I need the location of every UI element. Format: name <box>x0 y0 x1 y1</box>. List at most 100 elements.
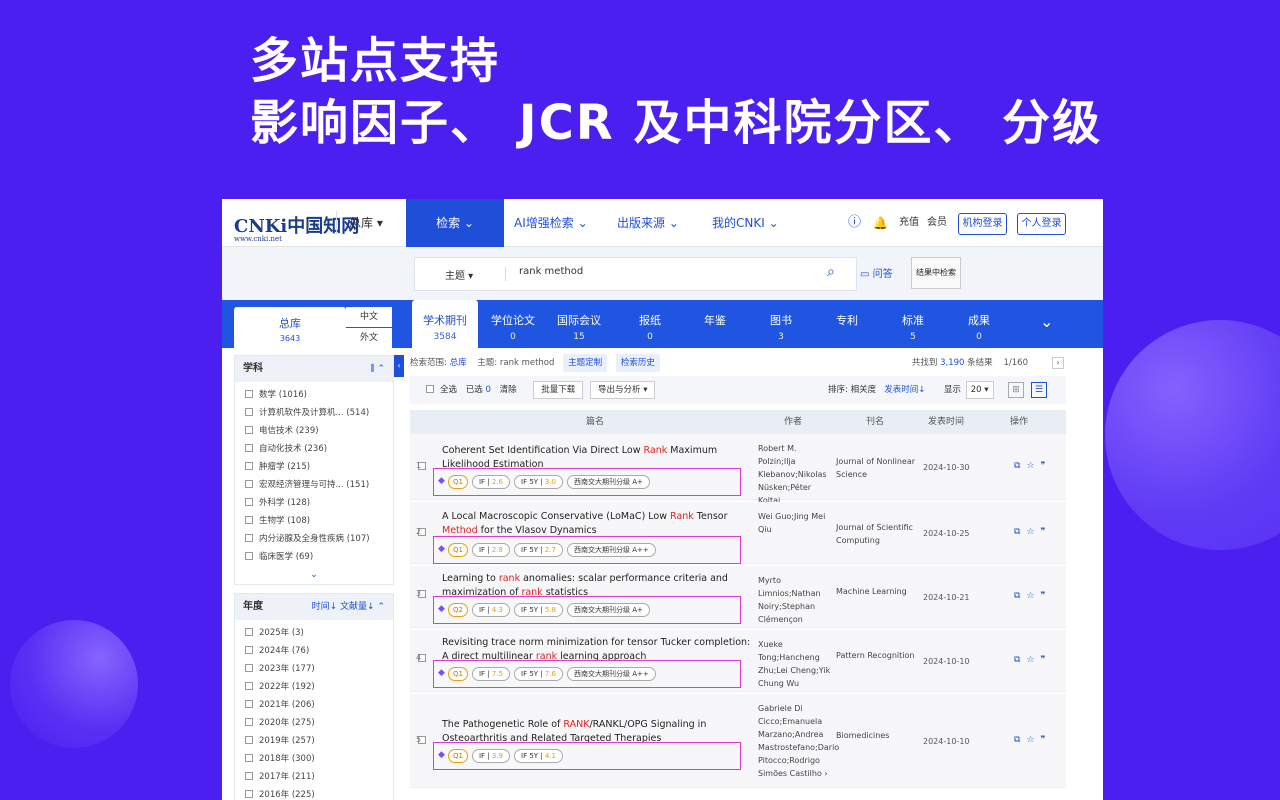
tab-foreign[interactable]: 外文 <box>346 328 392 348</box>
article-journal[interactable]: Journal of Nonlinear Science <box>836 455 916 481</box>
quote-icon[interactable]: ❞ <box>1041 655 1052 665</box>
next-page-button[interactable]: › <box>1052 357 1064 369</box>
list-view-icon[interactable]: ☰ <box>1031 382 1047 398</box>
star-icon[interactable]: ☆ <box>1026 655 1040 665</box>
checkbox[interactable] <box>245 664 253 672</box>
member-link[interactable]: 会员 <box>927 211 947 235</box>
star-icon[interactable]: ☆ <box>1026 735 1040 745</box>
subject-filter-item[interactable]: 肿瘤学 (215) <box>235 458 393 476</box>
star-icon[interactable]: ☆ <box>1026 527 1040 537</box>
grid-view-icon[interactable]: ⊞ <box>1008 382 1024 398</box>
checkbox[interactable] <box>245 552 253 560</box>
year-filter-item[interactable]: 2020年 (275) <box>235 714 393 732</box>
checkbox[interactable] <box>245 790 253 798</box>
article-journal[interactable]: Journal of Scientific Computing <box>836 521 916 547</box>
help-icon[interactable]: ⓘ <box>848 211 861 235</box>
quote-icon[interactable]: ❞ <box>1041 461 1052 471</box>
per-page-select[interactable]: 20 ▾ <box>965 380 994 399</box>
scope-value[interactable]: 总库 <box>450 358 467 368</box>
tab-1[interactable]: 学术期刊 3584 <box>412 300 478 348</box>
checkbox[interactable] <box>245 426 253 434</box>
star-icon[interactable]: ☆ <box>1026 461 1040 471</box>
subject-filter-item[interactable]: 计算机软件及计算机... (514) <box>235 404 393 422</box>
search-icon[interactable]: ⌕ <box>827 264 835 280</box>
search-in-results-button[interactable]: 结果中检索 <box>911 257 961 289</box>
tab-5[interactable]: 年鉴 <box>682 300 748 348</box>
checkbox[interactable] <box>245 754 253 762</box>
article-journal[interactable]: Biomedicines <box>836 729 916 742</box>
tab-6[interactable]: 图书 3 <box>748 300 814 348</box>
article-authors[interactable]: Wei Guo;Jing Mei Qiu <box>758 510 832 536</box>
sort-pubtime[interactable]: 发表时间↓ <box>884 385 925 395</box>
year-filter-item[interactable]: 2024年 (76) <box>235 642 393 660</box>
collapse-sidebar-button[interactable]: ‹ <box>394 355 404 377</box>
tab-2[interactable]: 学位论文 0 <box>480 300 546 348</box>
collapse-icon[interactable]: ⫼ ⌃ <box>370 356 385 382</box>
institution-login-button[interactable]: 机构登录 <box>958 213 1007 235</box>
article-authors[interactable]: Robert M. Polzin;Ilja Klebanov;Nikolas N… <box>758 442 832 507</box>
download-icon[interactable]: ⧉ <box>1014 735 1026 745</box>
search-history-button[interactable]: 检索历史 <box>615 354 660 372</box>
article-journal[interactable]: Pattern Recognition <box>836 649 916 662</box>
tab-3[interactable]: 国际会议 15 <box>546 300 612 348</box>
menu-publication-source[interactable]: 出版来源 ⌄ <box>617 199 679 247</box>
tab-all[interactable]: 总库 3643 <box>234 307 346 348</box>
year-filter-item[interactable]: 2025年 (3) <box>235 624 393 642</box>
year-filter-item[interactable]: 2021年 (206) <box>235 696 393 714</box>
article-authors[interactable]: Gabriele Di Cicco;Emanuela Marzano;Andre… <box>758 702 839 780</box>
checkbox[interactable] <box>245 390 253 398</box>
download-icon[interactable]: ⧉ <box>1014 655 1026 665</box>
database-select[interactable]: 总库 ▾ <box>336 211 383 235</box>
download-icon[interactable]: ⧉ <box>1014 461 1026 471</box>
checkbox[interactable] <box>245 718 253 726</box>
tab-7[interactable]: 专利 <box>814 300 880 348</box>
subject-filter-item[interactable]: 自动化技术 (236) <box>235 440 393 458</box>
quote-icon[interactable]: ❞ <box>1041 735 1052 745</box>
subject-filter-item[interactable]: 电信技术 (239) <box>235 422 393 440</box>
quote-icon[interactable]: ❞ <box>1041 527 1052 537</box>
checkbox[interactable] <box>245 772 253 780</box>
article-authors[interactable]: Xueke Tong;Hancheng Zhu;Lei Cheng;Yik Ch… <box>758 638 832 690</box>
year-filter-item[interactable]: 2018年 (300) <box>235 750 393 768</box>
tab-chinese[interactable]: 中文 <box>346 307 392 327</box>
year-filter-item[interactable]: 2019年 (257) <box>235 732 393 750</box>
article-authors[interactable]: Myrto Limnios;Nathan Noiry;Stephan Cléme… <box>758 574 832 626</box>
recharge-link[interactable]: 充值 <box>899 211 919 235</box>
sort-relevance[interactable]: 相关度 <box>851 385 877 395</box>
clear-button[interactable]: 清除 <box>500 385 517 395</box>
checkbox[interactable] <box>245 516 253 524</box>
expand-tabs-icon[interactable]: ⌄ <box>1040 312 1053 331</box>
checkbox[interactable] <box>245 444 253 452</box>
personal-login-button[interactable]: 个人登录 <box>1017 213 1066 235</box>
checkbox[interactable] <box>245 736 253 744</box>
collapse-icon[interactable]: ⌃ <box>377 602 385 612</box>
export-analysis-button[interactable]: 导出与分析 ▾ <box>590 380 656 399</box>
expand-more-icon[interactable]: ⌄ <box>235 570 393 584</box>
download-icon[interactable]: ⧉ <box>1014 527 1026 537</box>
menu-ai-search[interactable]: AI增强检索 ⌄ <box>514 199 588 247</box>
subject-filter-item[interactable]: 内分泌腺及全身性疾病 (107) <box>235 530 393 548</box>
sort-by-count[interactable]: 文献量↓ <box>340 602 375 612</box>
checkbox[interactable] <box>245 498 253 506</box>
search-field-select[interactable]: 主题 ▾ <box>445 267 473 282</box>
tab-8[interactable]: 标准 5 <box>880 300 946 348</box>
download-icon[interactable]: ⧉ <box>1014 591 1026 601</box>
topic-custom-button[interactable]: 主题定制 <box>563 354 608 372</box>
checkbox[interactable] <box>245 462 253 470</box>
star-icon[interactable]: ☆ <box>1026 591 1040 601</box>
checkbox[interactable] <box>245 628 253 636</box>
batch-download-button[interactable]: 批量下载 <box>533 380 584 399</box>
menu-search[interactable]: 检索 ⌄ <box>406 199 504 247</box>
article-title[interactable]: A Local Macroscopic Conservative (LoMaC)… <box>442 510 752 538</box>
subject-filter-item[interactable]: 外科学 (128) <box>235 494 393 512</box>
menu-my-cnki[interactable]: 我的CNKI ⌄ <box>712 199 779 247</box>
tab-4[interactable]: 报纸 0 <box>617 300 683 348</box>
checkbox[interactable] <box>245 646 253 654</box>
quote-icon[interactable]: ❞ <box>1041 591 1052 601</box>
checkbox[interactable] <box>245 700 253 708</box>
search-input[interactable] <box>519 266 819 277</box>
sort-by-time[interactable]: 时间↓ <box>312 602 338 612</box>
year-filter-item[interactable]: 2016年 (225) <box>235 786 393 800</box>
year-filter-item[interactable]: 2017年 (211) <box>235 768 393 786</box>
qa-button[interactable]: ▭ 问答 <box>860 265 893 280</box>
